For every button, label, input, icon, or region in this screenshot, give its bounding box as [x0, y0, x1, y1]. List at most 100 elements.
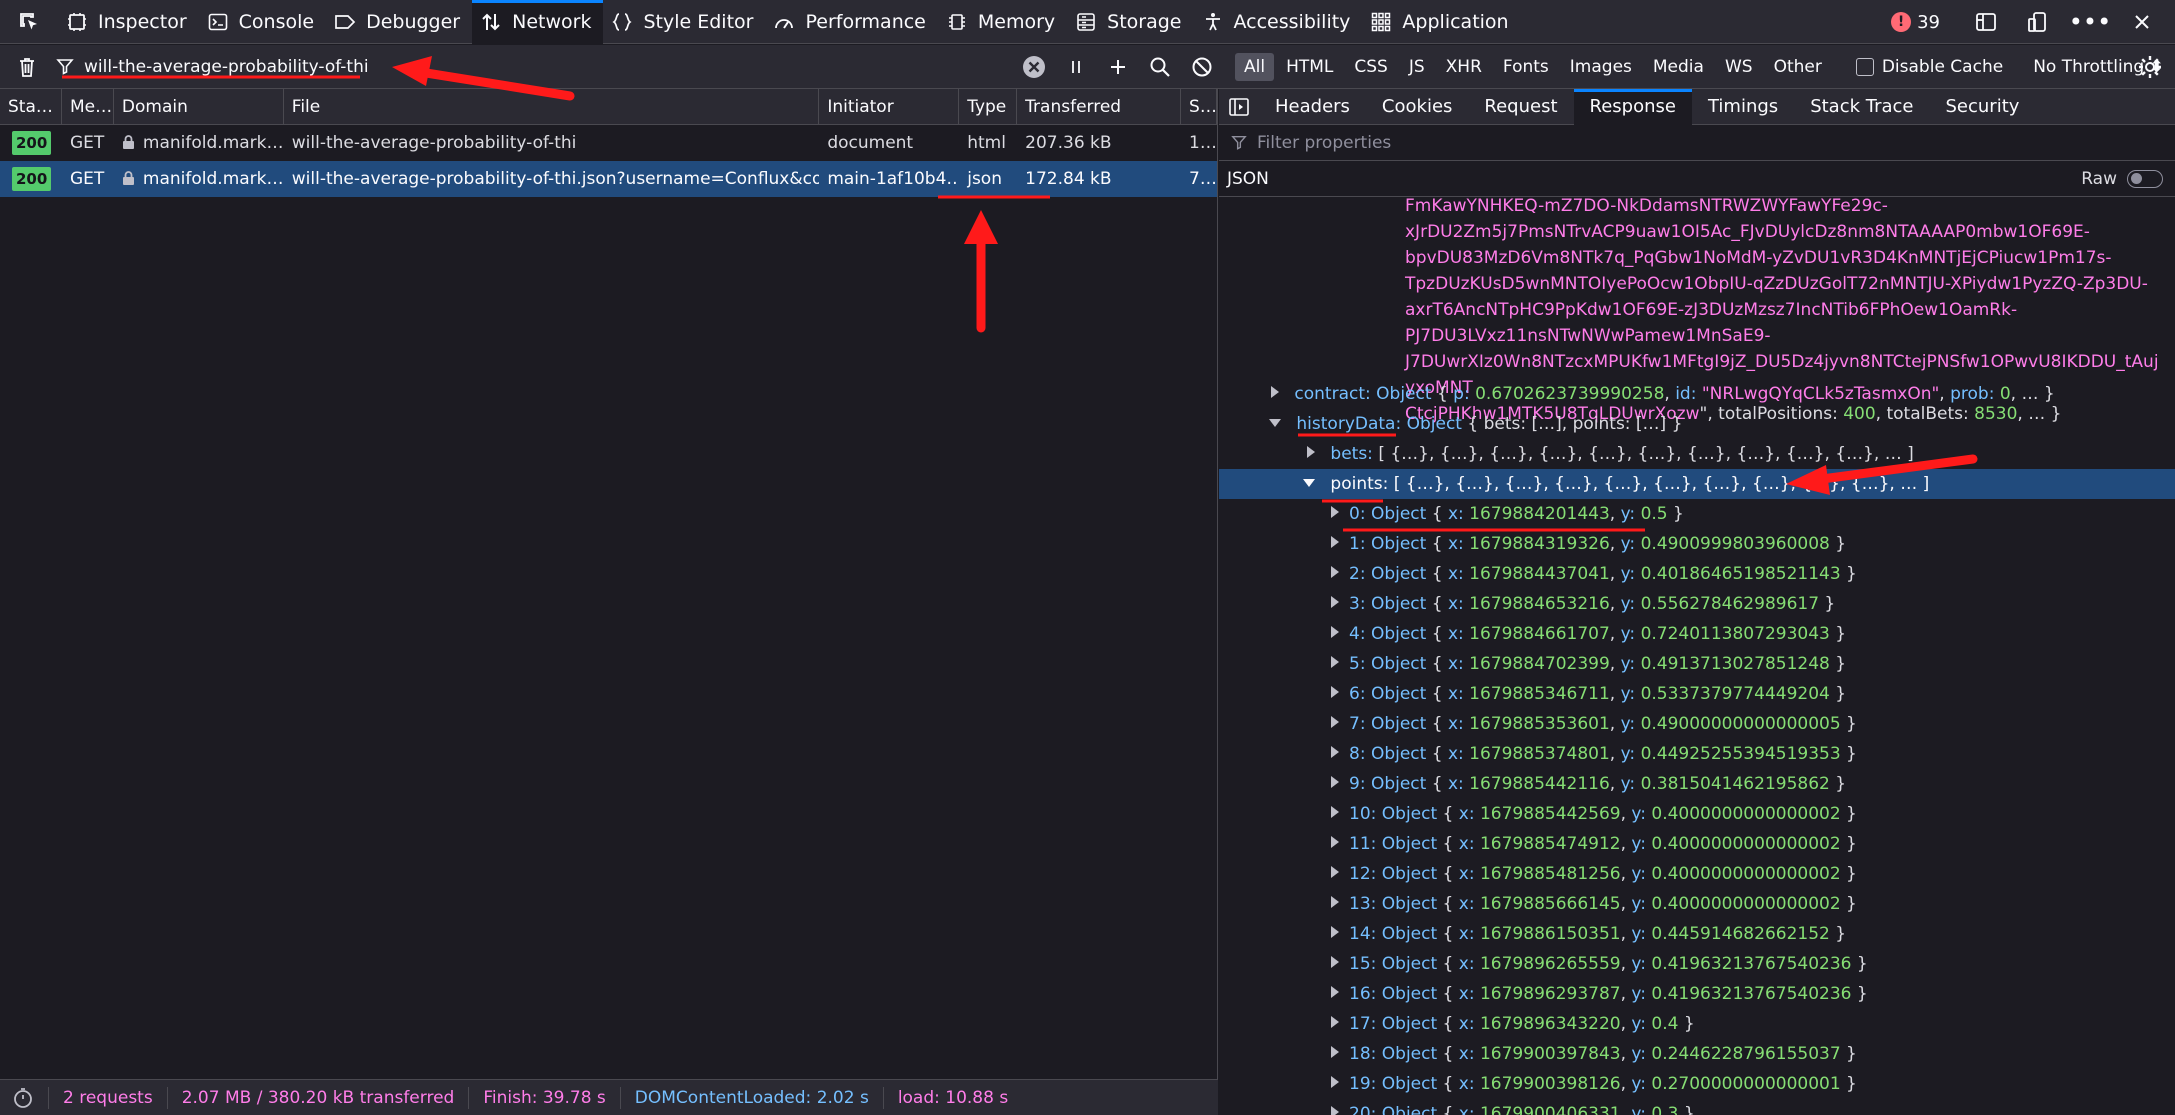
tab-network[interactable]: Network — [472, 0, 604, 44]
type-filter-other[interactable]: Other — [1765, 53, 1831, 81]
close-icon — [2135, 15, 2149, 29]
type-filter-media[interactable]: Media — [1644, 53, 1713, 81]
column-header[interactable]: Sta… — [0, 89, 62, 125]
type-filter-fonts[interactable]: Fonts — [1494, 53, 1558, 81]
element-picker-button[interactable] — [0, 0, 58, 44]
json-row-historydata[interactable]: historyData: Object { bets: […], points:… — [1219, 409, 2175, 439]
error-count-badge[interactable]: ! 39 — [1891, 12, 1940, 33]
pause-button[interactable] — [1062, 53, 1090, 81]
network-settings-button[interactable] — [2137, 54, 2163, 80]
type-filter-all[interactable]: All — [1235, 53, 1275, 81]
tab-accessibility[interactable]: Accessibility — [1194, 0, 1363, 44]
json-row-points[interactable]: points: [ {…}, {…}, {…}, {…}, {…}, {…}, … — [1219, 469, 2175, 499]
json-row-point[interactable]: 9: Object { x: 1679885442116, y: 0.38150… — [1219, 769, 2175, 799]
close-toolbox-button[interactable] — [2129, 9, 2155, 35]
column-header[interactable]: Transferred — [1017, 89, 1182, 125]
column-header[interactable]: Me… — [62, 89, 114, 125]
more-options-button[interactable]: ••• — [2069, 8, 2111, 36]
tab-inspector[interactable]: Inspector — [58, 0, 199, 44]
disable-cache-checkbox[interactable]: Disable Cache — [1855, 57, 2003, 77]
details-tab-cookies[interactable]: Cookies — [1366, 89, 1468, 125]
point-y: 0.4000000000000002 — [1651, 834, 1841, 854]
column-header[interactable]: Initiator — [819, 89, 960, 125]
json-row-point[interactable]: 17: Object { x: 1679896343220, y: 0.4 } — [1219, 1009, 2175, 1039]
clear-requests-button[interactable] — [14, 54, 40, 80]
details-tab-security[interactable]: Security — [1930, 89, 2036, 125]
tab-style-editor[interactable]: Style Editor — [603, 0, 765, 44]
tab-application[interactable]: Application — [1362, 0, 1520, 44]
json-row-point[interactable]: 8: Object { x: 1679885374801, y: 0.44925… — [1219, 739, 2175, 769]
column-header[interactable]: S… — [1181, 89, 1217, 125]
request-row[interactable]: 200 GET manifold.mark… will-the-average-pro… — [0, 161, 1217, 197]
type-filter-css[interactable]: CSS — [1345, 53, 1396, 81]
json-row-point[interactable]: 11: Object { x: 1679885474912, y: 0.4000… — [1219, 829, 2175, 859]
new-request-button[interactable] — [1104, 53, 1132, 81]
block-requests-button[interactable] — [1188, 53, 1216, 81]
encoded-string-line: axrT6AncNTpHC9PpKdw1OF69E-zJ3DUzMzsz7Inc… — [1405, 300, 2018, 320]
point-index: 18: — [1349, 1044, 1377, 1064]
tab-label: Performance — [805, 10, 926, 33]
json-row-point[interactable]: 1: Object { x: 1679884319326, y: 0.49009… — [1219, 529, 2175, 559]
split-console-icon — [1976, 13, 1996, 31]
json-row-point[interactable]: 10: Object { x: 1679885442569, y: 0.4000… — [1219, 799, 2175, 829]
application-icon — [1370, 11, 1392, 33]
encoded-string-line: bpvDU83MzD6Vm8NTk7q_PqGbw1NoMdM-yZvDU1vR… — [1405, 248, 2112, 268]
details-tab-timings[interactable]: Timings — [1692, 89, 1794, 125]
type-filter-images[interactable]: Images — [1561, 53, 1641, 81]
json-row-point[interactable]: 7: Object { x: 1679885353601, y: 0.49000… — [1219, 709, 2175, 739]
split-console-button[interactable] — [1973, 9, 1999, 35]
column-header[interactable]: Domain — [114, 89, 284, 125]
expand-arrow-icon — [1331, 536, 1339, 548]
point-y: 0.4900999803960008 — [1640, 534, 1830, 554]
column-header[interactable]: File — [284, 89, 820, 125]
json-row-point[interactable]: 18: Object { x: 1679900397843, y: 0.2446… — [1219, 1039, 2175, 1069]
json-row-point[interactable]: 0: Object { x: 1679884201443, y: 0.5 } — [1219, 499, 2175, 529]
type-filter-js[interactable]: JS — [1400, 53, 1434, 81]
tab-performance[interactable]: Performance — [765, 0, 937, 44]
tab-debugger[interactable]: Debugger — [326, 0, 472, 44]
search-button[interactable] — [1146, 53, 1174, 81]
tab-memory[interactable]: Memory — [938, 0, 1067, 44]
point-index: 2: — [1349, 564, 1366, 584]
tab-storage[interactable]: Storage — [1067, 0, 1193, 44]
json-row-point[interactable]: 14: Object { x: 1679886150351, y: 0.4459… — [1219, 919, 2175, 949]
request-row[interactable]: 200 GET manifold.mark… will-the-average-pro… — [0, 125, 1217, 161]
json-row-bets[interactable]: bets: [ {…}, {…}, {…}, {…}, {…}, {…}, {…… — [1219, 439, 2175, 469]
raw-toggle[interactable]: Raw — [2081, 169, 2163, 189]
json-row-point[interactable]: 6: Object { x: 1679885346711, y: 0.53373… — [1219, 679, 2175, 709]
json-row-point[interactable]: 13: Object { x: 1679885666145, y: 0.4000… — [1219, 889, 2175, 919]
json-row-point[interactable]: 20: Object { x: 1679900406331, y: 0.3 } — [1219, 1099, 2175, 1115]
details-tab-response[interactable]: Response — [1573, 88, 1693, 125]
details-tab-request[interactable]: Request — [1468, 89, 1573, 125]
clear-filter-button[interactable] — [1020, 53, 1048, 81]
details-tab-headers[interactable]: Headers — [1259, 89, 1366, 125]
url-filter-input[interactable] — [84, 57, 984, 77]
toggle-sidebar-button[interactable] — [1219, 89, 1259, 125]
json-row-point[interactable]: 16: Object { x: 1679896293787, y: 0.4196… — [1219, 979, 2175, 1009]
json-row-point[interactable]: 12: Object { x: 1679885481256, y: 0.4000… — [1219, 859, 2175, 889]
json-row-point[interactable]: 5: Object { x: 1679884702399, y: 0.49137… — [1219, 649, 2175, 679]
type-filter-html[interactable]: HTML — [1277, 53, 1342, 81]
column-header[interactable]: Type — [959, 89, 1018, 125]
json-row-point[interactable]: 15: Object { x: 1679896265559, y: 0.4196… — [1219, 949, 2175, 979]
details-tab-stack-trace[interactable]: Stack Trace — [1794, 89, 1929, 125]
point-y: 0.44925255394519353 — [1640, 744, 1841, 764]
json-row-point[interactable]: 19: Object { x: 1679900398126, y: 0.2700… — [1219, 1069, 2175, 1099]
encoded-string-line: TpzDUzKUsD5wnMNTOIyePoOcw1ObpIU-qZzDUzGo… — [1405, 274, 2148, 294]
tab-console[interactable]: Console — [199, 0, 326, 44]
json-row-point[interactable]: 2: Object { x: 1679884437041, y: 0.40186… — [1219, 559, 2175, 589]
json-row-contract[interactable]: contract: Object { p: 0.6702623739990258… — [1219, 379, 2175, 409]
responsive-design-button[interactable] — [2025, 9, 2051, 35]
point-y: 0.3 — [1651, 1104, 1679, 1115]
json-row-point[interactable]: 3: Object { x: 1679884653216, y: 0.55627… — [1219, 589, 2175, 619]
expand-arrow-icon — [1331, 506, 1339, 518]
json-row-point[interactable]: 4: Object { x: 1679884661707, y: 0.72401… — [1219, 619, 2175, 649]
point-y: 0.4 — [1651, 1014, 1679, 1034]
performance-analysis-button[interactable] — [0, 1086, 49, 1109]
point-type: Object — [1381, 924, 1438, 944]
point-type: Object — [1381, 1044, 1438, 1064]
filter-properties-input[interactable]: Filter properties — [1257, 133, 1391, 153]
type-filter-xhr[interactable]: XHR — [1437, 53, 1491, 81]
type-filter-ws[interactable]: WS — [1716, 53, 1762, 81]
point-type: Object — [1370, 744, 1427, 764]
